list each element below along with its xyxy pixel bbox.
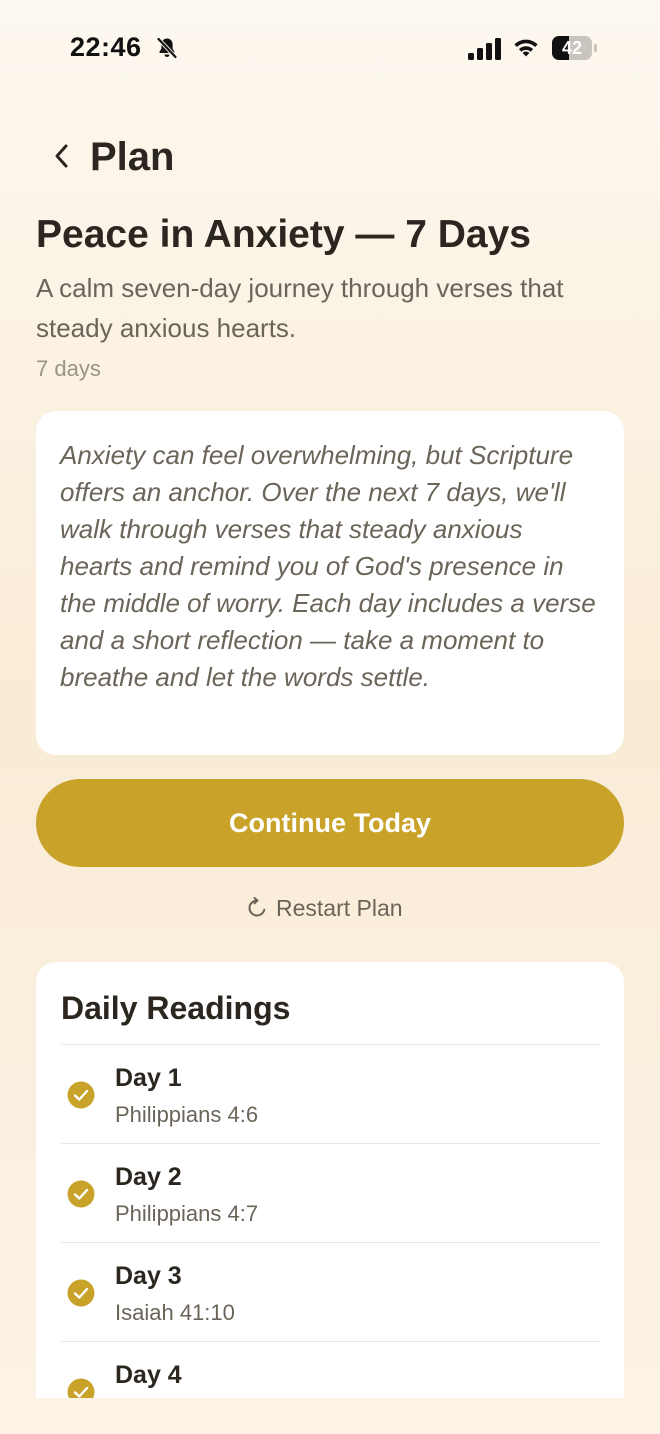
battery-icon: 42 xyxy=(552,36,598,60)
chevron-left-icon xyxy=(55,144,68,168)
status-bar: 22:46 42 xyxy=(0,0,660,96)
reading-reference: Philippians 4:7 xyxy=(115,1201,259,1226)
plan-duration: 7 days xyxy=(36,356,101,381)
reading-item-day-1[interactable]: Day 1 Philippians 4:6 xyxy=(61,1044,600,1143)
wifi-icon xyxy=(514,39,538,57)
reading-reference: Philippians 4:6 xyxy=(115,1102,259,1127)
status-time: 22:46 xyxy=(70,32,142,62)
check-circle-icon xyxy=(67,1279,95,1307)
restart-plan-button[interactable]: Restart Plan xyxy=(246,890,403,926)
reading-day-label: Day 4 xyxy=(115,1361,182,1389)
restart-plan-label: Restart Plan xyxy=(276,894,403,921)
reading-day-label: Day 3 xyxy=(115,1262,182,1290)
plan-title: Peace in Anxiety — 7 Days xyxy=(36,213,531,256)
reading-item-day-2[interactable]: Day 2 Philippians 4:7 xyxy=(61,1143,600,1242)
plan-subtitle: A calm seven-day journey through verses … xyxy=(36,273,564,343)
reading-day-label: Day 2 xyxy=(115,1163,182,1191)
signal-icon xyxy=(468,38,501,60)
back-button[interactable] xyxy=(42,134,82,178)
check-circle-icon xyxy=(67,1081,95,1109)
intro-text: Anxiety can feel overwhelming, but Scrip… xyxy=(60,440,596,692)
reading-item-day-3[interactable]: Day 3 Isaiah 41:10 xyxy=(61,1242,600,1341)
intro-card: Anxiety can feel overwhelming, but Scrip… xyxy=(36,411,624,755)
bell-off-icon xyxy=(157,37,177,59)
check-circle-icon xyxy=(67,1378,95,1398)
reading-reference: Isaiah 41:10 xyxy=(115,1300,235,1325)
daily-readings-title: Daily Readings xyxy=(61,990,291,1026)
reading-item-day-4[interactable]: Day 4 xyxy=(61,1341,600,1398)
page-title: Plan xyxy=(90,135,175,179)
daily-readings-card: Daily Readings Day 1 Philippians 4:6 Day… xyxy=(36,962,624,1398)
reading-day-label: Day 1 xyxy=(115,1064,182,1092)
restart-icon xyxy=(248,897,266,917)
continue-today-button[interactable]: Continue Today xyxy=(36,779,624,867)
battery-level: 42 xyxy=(561,38,583,58)
check-circle-icon xyxy=(67,1180,95,1208)
